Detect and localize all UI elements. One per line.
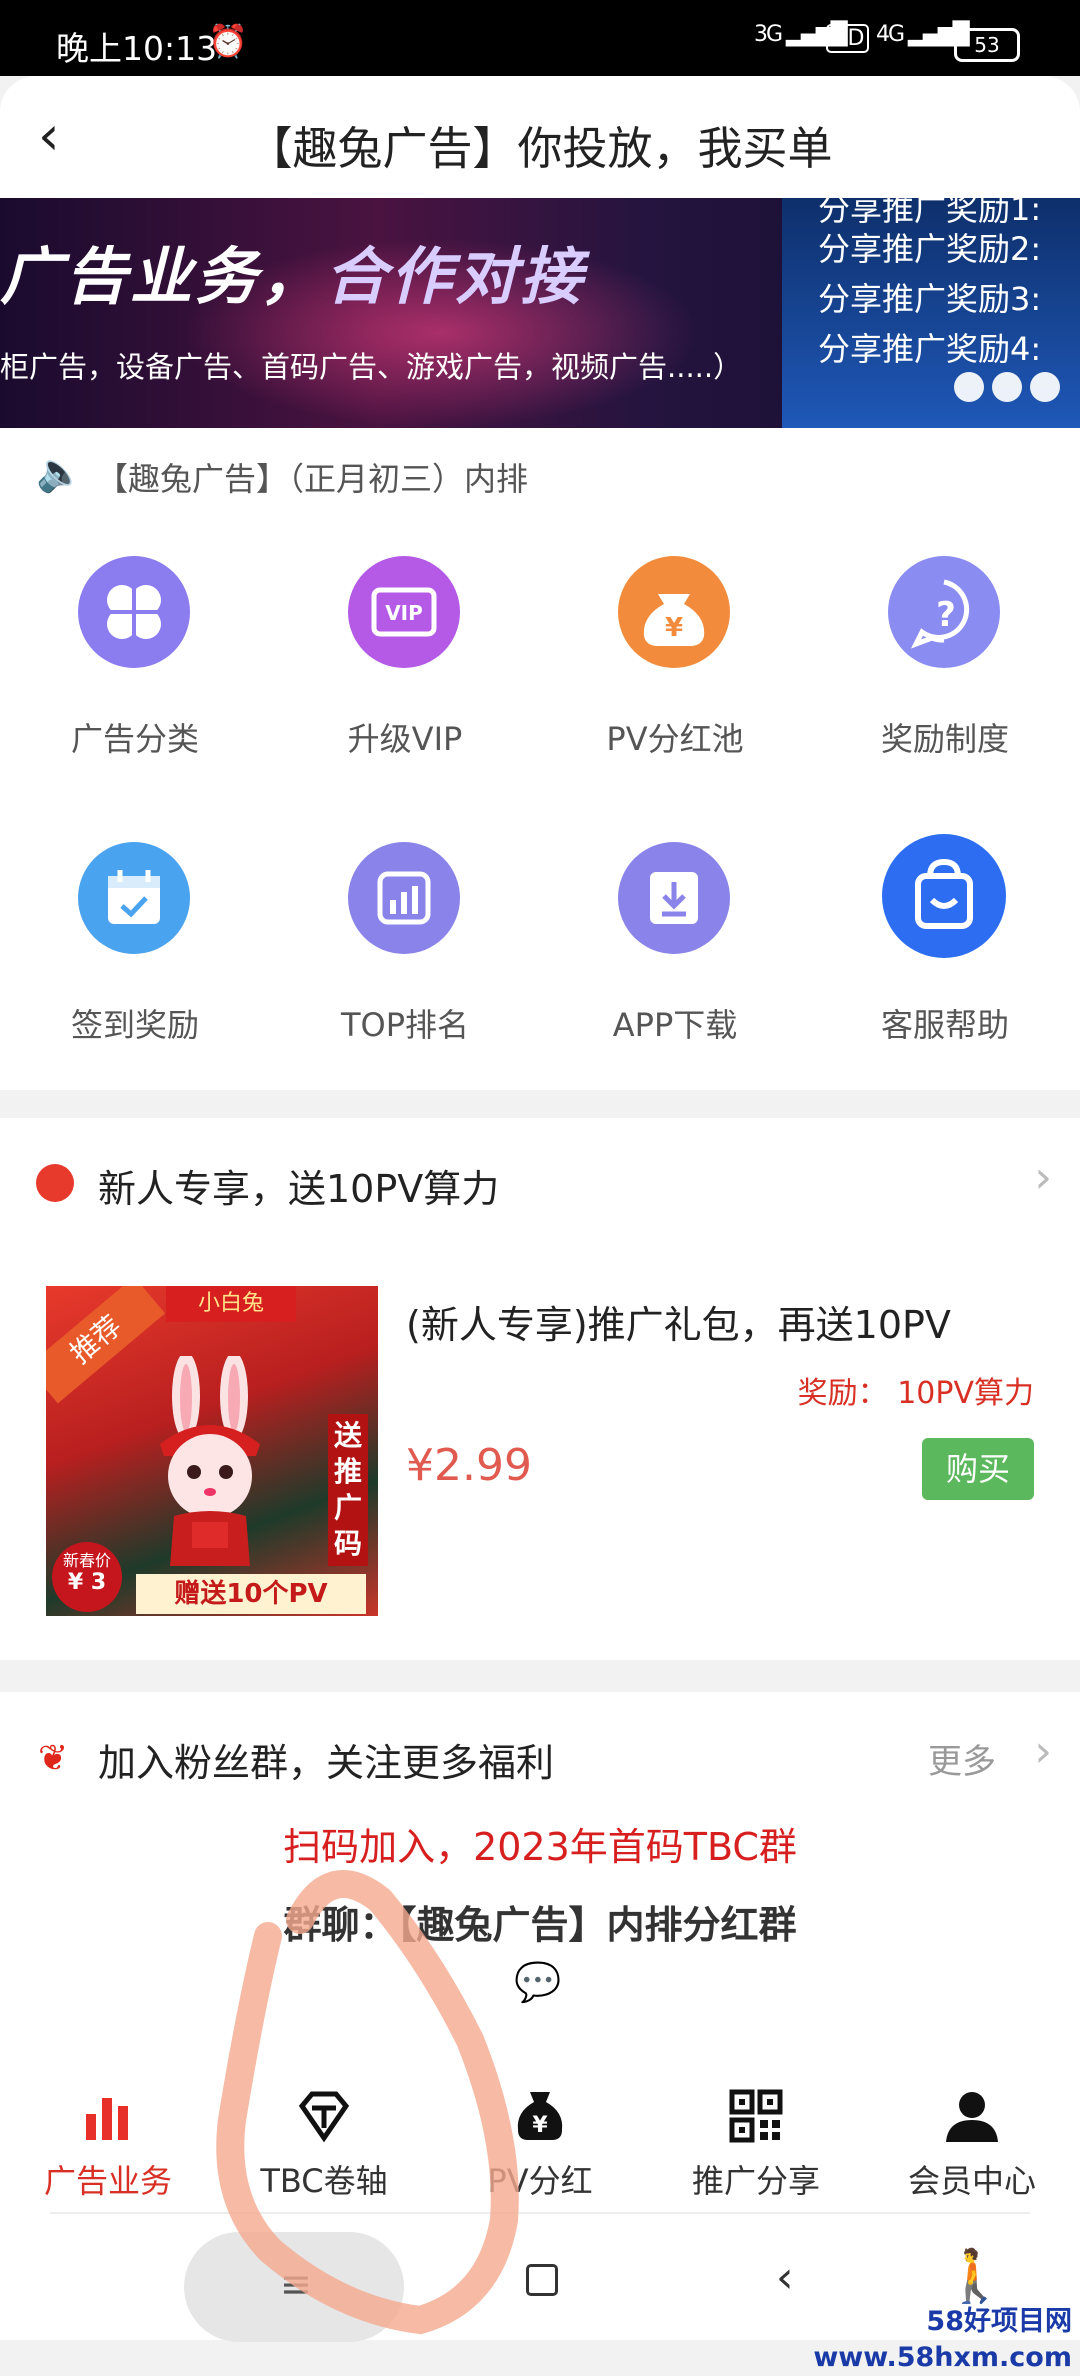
- product-price: ¥2.99: [406, 1440, 532, 1491]
- product-image-top-tag: 小白兔: [166, 1286, 296, 1322]
- grid-item-label: TOP排名: [340, 1006, 470, 1044]
- watermark: 58好项目网www.58hxm.com: [712, 2304, 1080, 2373]
- svg-text:¥: ¥: [532, 2113, 548, 2138]
- home-button[interactable]: [526, 2264, 558, 2296]
- question-icon: ?: [888, 556, 1000, 668]
- nav-member-center[interactable]: 会员中心: [864, 2056, 1080, 2200]
- group-name: 群聊：【趣兔广告】内排分红群: [283, 1903, 797, 1947]
- bar-chart-icon: [86, 2098, 128, 2140]
- calendar-check-icon: [78, 842, 190, 954]
- banner-subline: 柜广告，设备广告、首码广告、游戏广告，视频广告.....）: [0, 350, 743, 384]
- grid-item-label: 奖励制度: [880, 720, 1009, 758]
- feature-grid: 广告分类 VIP 升级VIP ¥ PV分红池 ? 奖励制度 签到奖励 TOP排名: [0, 518, 1080, 1090]
- qr-code-icon: [729, 2089, 783, 2143]
- nav-tbc-scroll[interactable]: TBC卷轴: [216, 2056, 432, 2200]
- shopping-bag-icon: [882, 834, 1006, 958]
- lightning-icon: [36, 1164, 74, 1202]
- grid-item-reward-rules[interactable]: ? 奖励制度: [810, 518, 1080, 778]
- banner-headline: 广告业务，合作对接: [0, 226, 585, 316]
- nav-label: 广告业务: [43, 2162, 172, 2200]
- four-petal-icon: [78, 556, 190, 668]
- banner-right-item: 分享推广奖励3:: [818, 280, 1042, 318]
- svg-text:VIP: VIP: [385, 601, 423, 625]
- banner-pagination[interactable]: [946, 372, 1060, 406]
- download-icon: [618, 842, 730, 954]
- product-title[interactable]: (新人专享)推广礼包，再送10PV: [406, 1294, 951, 1349]
- buy-button[interactable]: 购买: [922, 1438, 1034, 1500]
- price-badge-label: 新春价: [62, 1551, 111, 1570]
- battery-icon: 53: [954, 28, 1020, 62]
- svg-text:¥: ¥: [665, 613, 683, 643]
- user-icon: [946, 2092, 998, 2142]
- section-heading: 新人专享，送10PV算力: [98, 1167, 500, 1211]
- grid-item-label: 广告分类: [70, 720, 199, 758]
- recent-apps-button[interactable]: ≡: [184, 2232, 404, 2342]
- grid-item-checkin[interactable]: 签到奖励: [0, 804, 270, 1064]
- grid-item-label: 升级VIP: [347, 720, 463, 758]
- bottom-nav: 广告业务 TBC卷轴 ¥ PV分红 推广分享 会员中心: [0, 2056, 1080, 2212]
- grid-item-pv-pool[interactable]: ¥ PV分红池: [540, 518, 810, 778]
- bar-chart-icon: [348, 842, 460, 954]
- nav-label: PV分红: [487, 2162, 593, 2200]
- banner-right-item: 分享推广奖励2:: [818, 230, 1042, 268]
- banner-headline-b: 合作对接: [325, 240, 586, 313]
- price-badge-value: ¥ 3: [67, 1570, 107, 1595]
- hd-icon: HD: [826, 24, 870, 53]
- diamond-icon: [298, 2091, 350, 2143]
- more-link[interactable]: 更多: [928, 1734, 996, 1783]
- nav-label: 推广分享: [691, 2162, 820, 2200]
- svg-text:?: ?: [936, 595, 956, 635]
- product-reward: 奖励： 10PV算力: [797, 1376, 1034, 1411]
- grid-item-top-rank[interactable]: TOP排名: [270, 804, 540, 1064]
- nav-promote-share[interactable]: 推广分享: [648, 2056, 864, 2200]
- vip-icon: VIP: [348, 556, 460, 668]
- nav-pv-dividend[interactable]: ¥ PV分红: [432, 2056, 648, 2200]
- menu-icon: ≡: [280, 2262, 312, 2306]
- grid-item-upgrade-vip[interactable]: VIP 升级VIP: [270, 518, 540, 778]
- product-image-side-text: 送推广码: [328, 1414, 368, 1566]
- bunny-illustration: [160, 1356, 260, 1566]
- grid-item-label: 签到奖励: [70, 1006, 199, 1044]
- section-heading: 加入粉丝群，关注更多福利: [98, 1741, 555, 1785]
- grid-item-label: APP下载: [612, 1006, 738, 1044]
- fans-group-section: ❦ 加入粉丝群，关注更多福利 更多 › 扫码加入，2023年首码TBC群 群聊：…: [0, 1692, 1080, 2080]
- nav-label: 会员中心: [907, 2162, 1036, 2200]
- notice-text: 【趣兔广告】（正月初三）内排: [96, 460, 529, 498]
- back-button[interactable]: ‹: [776, 2252, 794, 2303]
- speaker-icon: 🔈: [36, 450, 84, 494]
- alarm-icon: ⏰: [208, 22, 248, 60]
- group-icon: ❦: [38, 1738, 69, 1779]
- join-instruction: 扫码加入，2023年首码TBC群: [283, 1825, 797, 1869]
- banner-headline-a: 广告业务，: [0, 240, 326, 313]
- product-image-bottom-text: 赠送10个PV: [136, 1574, 366, 1614]
- notice-bar[interactable]: 🔈 【趣兔广告】（正月初三）内排: [0, 428, 1080, 518]
- product-image[interactable]: 推荐 小白兔 送推广码 赠送10个PV 新春价 ¥ 3: [46, 1286, 378, 1616]
- price-badge: 新春价 ¥ 3: [52, 1542, 122, 1612]
- grid-item-label: 客服帮助: [880, 1006, 1009, 1044]
- divider: [50, 2212, 1030, 2214]
- money-bag-icon: ¥: [618, 556, 730, 668]
- top-app-bar: ‹ 【趣兔广告】你投放，我买单: [0, 76, 1080, 198]
- grid-item-app-download[interactable]: APP下载: [540, 804, 810, 1064]
- status-bar: 晚上10:13 ⏰ 3G ▂▄▆█ HD 4G ▂▄▆█ 53: [0, 0, 1080, 76]
- accessibility-icon[interactable]: 🚶: [942, 2246, 1007, 2307]
- chevron-right-icon[interactable]: ›: [1034, 1152, 1052, 1203]
- page-title: 【趣兔广告】你投放，我买单: [247, 122, 833, 175]
- promo-banner[interactable]: 广告业务，合作对接 柜广告，设备广告、首码广告、游戏广告，视频广告.....） …: [0, 198, 1080, 428]
- status-time: 晚上10:13: [56, 29, 218, 68]
- grid-item-ad-category[interactable]: 广告分类: [0, 518, 270, 778]
- grid-item-label: PV分红池: [606, 720, 744, 758]
- nav-label: TBC卷轴: [260, 2162, 388, 2200]
- chat-bubble-icon: 💬: [514, 1960, 562, 2004]
- banner-right-item: 分享推广奖励4:: [818, 330, 1042, 368]
- grid-item-customer-service[interactable]: 客服帮助: [810, 804, 1080, 1064]
- chevron-right-icon[interactable]: ›: [1034, 1726, 1052, 1777]
- newcomer-section: 新人专享，送10PV算力 › 推荐 小白兔 送推广码 赠送10个PV 新春价 ¥ …: [0, 1118, 1080, 1660]
- money-bag-icon: ¥: [517, 2092, 563, 2140]
- nav-ad-business[interactable]: 广告业务: [0, 2056, 216, 2200]
